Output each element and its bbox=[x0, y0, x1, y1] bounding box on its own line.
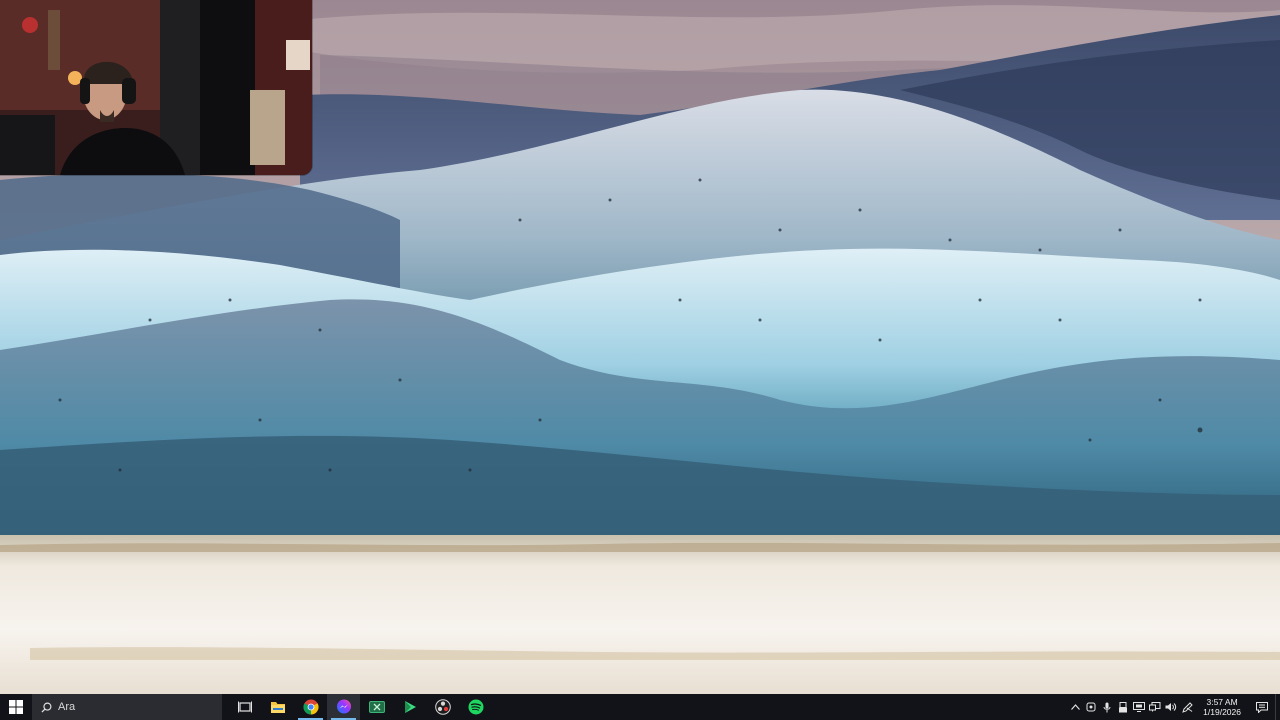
notification-icon bbox=[1256, 701, 1268, 713]
pen-icon[interactable] bbox=[1179, 694, 1195, 720]
mic-icon[interactable] bbox=[1099, 694, 1115, 720]
system-tray: 3:57 AM 1/19/2026 bbox=[1067, 694, 1280, 720]
messenger-button[interactable] bbox=[327, 694, 360, 720]
taskbar-apps bbox=[228, 694, 492, 720]
notification-center-button[interactable] bbox=[1249, 694, 1275, 720]
messenger-icon bbox=[336, 699, 351, 714]
clock-date: 1/19/2026 bbox=[1203, 707, 1241, 717]
spotify-icon bbox=[468, 699, 483, 715]
chevron-up-icon[interactable] bbox=[1067, 694, 1083, 720]
task-view-icon bbox=[237, 701, 252, 713]
usb-icon[interactable] bbox=[1115, 694, 1131, 720]
taskbar: Ara 3:57 AM 1/19/2026 bbox=[0, 694, 1280, 720]
spotify-button[interactable] bbox=[459, 694, 492, 720]
task-view-button[interactable] bbox=[228, 694, 261, 720]
clock-time: 3:57 AM bbox=[1206, 697, 1238, 707]
xbox-button[interactable] bbox=[360, 694, 393, 720]
vpn-icon[interactable] bbox=[1083, 694, 1099, 720]
desktop: Ara 3:57 AM 1/19/2026 bbox=[0, 0, 1280, 720]
start-button[interactable] bbox=[0, 694, 32, 720]
volume-icon[interactable] bbox=[1163, 694, 1179, 720]
display-icon[interactable] bbox=[1131, 694, 1147, 720]
folder-icon bbox=[270, 702, 285, 713]
obs-icon bbox=[434, 699, 451, 715]
chrome-button[interactable] bbox=[294, 694, 327, 720]
play-icon bbox=[404, 701, 416, 713]
search-box[interactable]: Ara bbox=[32, 694, 222, 720]
system-clock[interactable]: 3:57 AM 1/19/2026 bbox=[1195, 697, 1249, 717]
chrome-icon bbox=[302, 699, 319, 715]
obs-button[interactable] bbox=[426, 694, 459, 720]
network-icon[interactable] bbox=[1147, 694, 1163, 720]
webcam-overlay bbox=[0, 0, 312, 175]
windows-logo-icon bbox=[9, 700, 23, 714]
search-placeholder: Ara bbox=[58, 701, 76, 713]
play-app-button[interactable] bbox=[393, 694, 426, 720]
webcam-video-feed bbox=[0, 0, 312, 175]
file-explorer-button[interactable] bbox=[261, 694, 294, 720]
show-desktop-button[interactable] bbox=[1275, 694, 1280, 720]
search-icon bbox=[40, 701, 52, 713]
xbox-icon bbox=[368, 701, 385, 713]
